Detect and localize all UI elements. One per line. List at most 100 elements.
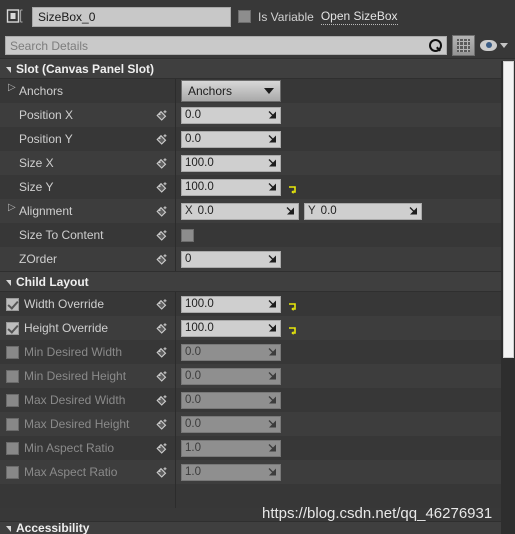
- property-label: Anchors: [19, 84, 64, 98]
- max-desired-width-checkbox[interactable]: [6, 393, 19, 407]
- bind-property-icon[interactable]: [156, 133, 169, 146]
- number-input: 0.0: [181, 415, 281, 433]
- spinner-drag-icon[interactable]: [268, 324, 277, 333]
- number-input[interactable]: 100.0: [181, 178, 281, 196]
- reset-to-default-icon[interactable]: [287, 182, 298, 194]
- property-value-cell: 100.0: [176, 316, 515, 340]
- spinner-drag-icon[interactable]: [268, 183, 277, 192]
- collapse-triangle-icon: [6, 66, 11, 73]
- category-header-child-layout[interactable]: Child Layout: [0, 271, 515, 292]
- property-value-cell: 0.0: [176, 364, 515, 388]
- category-header-accessibility[interactable]: Accessibility: [0, 521, 501, 534]
- property-name-cell: Max Desired Width: [0, 388, 176, 412]
- alignment-y-input[interactable]: Y 0.0: [304, 202, 422, 220]
- bind-property-icon[interactable]: [156, 205, 169, 218]
- property-label: Min Desired Width: [24, 345, 123, 359]
- property-value-cell: 100.0: [176, 292, 515, 316]
- number-input: 1.0: [181, 439, 281, 457]
- number-input[interactable]: 100.0: [181, 295, 281, 313]
- min-desired-height-checkbox[interactable]: [6, 369, 19, 383]
- reset-to-default-icon[interactable]: [287, 299, 298, 311]
- chevron-down-icon: [500, 43, 508, 48]
- bind-property-icon[interactable]: [156, 394, 169, 407]
- visibility-options-button[interactable]: [480, 40, 510, 51]
- property-value-cell: [176, 223, 515, 247]
- number-input[interactable]: 0.0: [181, 106, 281, 124]
- number-input[interactable]: 0.0: [181, 130, 281, 148]
- spinner-drag-icon[interactable]: [409, 207, 418, 216]
- table-row: Size X 100.0: [0, 151, 515, 175]
- open-sizebox-link[interactable]: Open SizeBox: [320, 9, 398, 25]
- search-toolbar: Search Details: [0, 33, 515, 58]
- property-name-cell: Min Aspect Ratio: [0, 436, 176, 460]
- grid-view-toggle-button[interactable]: [452, 35, 475, 56]
- size-to-content-checkbox[interactable]: [181, 228, 194, 242]
- width-override-checkbox[interactable]: [6, 297, 19, 311]
- property-value-cell: 1.0: [176, 460, 515, 484]
- bind-property-icon[interactable]: [156, 298, 169, 311]
- property-table: Slot (Canvas Panel Slot) Anchors Anchors…: [0, 58, 515, 508]
- anchors-dropdown[interactable]: Anchors: [181, 80, 281, 102]
- property-value-cell: X 0.0 Y 0.0: [176, 199, 515, 223]
- min-aspect-ratio-checkbox[interactable]: [6, 441, 19, 455]
- table-row: Max Desired Height 0.0: [0, 412, 515, 436]
- expand-triangle-icon[interactable]: [8, 203, 16, 215]
- is-variable-checkbox[interactable]: [238, 10, 251, 23]
- spinner-drag-icon[interactable]: [268, 159, 277, 168]
- spinner-drag-icon[interactable]: [286, 207, 295, 216]
- bind-property-icon[interactable]: [156, 370, 169, 383]
- property-value-cell: 0.0: [176, 388, 515, 412]
- number-value: 100.0: [185, 322, 214, 334]
- property-value-cell: 0.0: [176, 340, 515, 364]
- bind-property-icon[interactable]: [156, 229, 169, 242]
- reset-to-default-icon[interactable]: [287, 323, 298, 335]
- collapse-triangle-icon: [6, 526, 11, 532]
- bind-property-icon[interactable]: [156, 466, 169, 479]
- bind-property-icon[interactable]: [156, 322, 169, 335]
- category-title: Child Layout: [16, 274, 89, 289]
- number-input[interactable]: 100.0: [181, 154, 281, 172]
- property-value-cell: 100.0: [176, 151, 515, 175]
- table-row: Size Y 100.0: [0, 175, 515, 199]
- search-input[interactable]: Search Details: [5, 36, 447, 55]
- chevron-down-icon: [264, 88, 274, 94]
- height-override-checkbox[interactable]: [6, 321, 19, 335]
- number-input[interactable]: 0: [181, 250, 281, 268]
- spinner-drag-icon[interactable]: [268, 300, 277, 309]
- vertical-scrollbar[interactable]: [501, 61, 515, 534]
- scrollbar-thumb[interactable]: [503, 61, 514, 358]
- property-name-cell: Max Aspect Ratio: [0, 460, 176, 484]
- number-input[interactable]: 100.0: [181, 319, 281, 337]
- bind-property-icon[interactable]: [156, 181, 169, 194]
- bind-property-icon[interactable]: [156, 346, 169, 359]
- expand-triangle-icon[interactable]: [8, 83, 16, 95]
- bind-property-icon[interactable]: [156, 253, 169, 266]
- category-header-slot[interactable]: Slot (Canvas Panel Slot): [0, 58, 515, 79]
- property-value-cell: 0.0: [176, 103, 515, 127]
- spinner-drag-icon[interactable]: [268, 111, 277, 120]
- number-value: 0.0: [197, 205, 214, 217]
- bind-property-icon[interactable]: [156, 109, 169, 122]
- number-input: 0.0: [181, 391, 281, 409]
- spinner-drag-icon[interactable]: [268, 135, 277, 144]
- min-desired-width-checkbox[interactable]: [6, 345, 19, 359]
- property-label: Max Aspect Ratio: [24, 465, 118, 479]
- alignment-x-input[interactable]: X 0.0: [181, 202, 299, 220]
- widget-name-input[interactable]: SizeBox_0: [32, 6, 231, 27]
- property-name-cell: Width Override: [0, 292, 176, 316]
- bind-property-icon[interactable]: [156, 442, 169, 455]
- bind-property-icon[interactable]: [156, 418, 169, 431]
- details-panel: SizeBox_0 Is Variable Open SizeBox Searc…: [0, 0, 515, 534]
- table-row: Max Desired Width 0.0: [0, 388, 515, 412]
- spinner-drag-icon: [268, 444, 277, 453]
- property-name-cell: Position X: [0, 103, 176, 127]
- max-desired-height-checkbox[interactable]: [6, 417, 19, 431]
- max-aspect-ratio-checkbox[interactable]: [6, 465, 19, 479]
- bind-property-icon[interactable]: [156, 157, 169, 170]
- number-input: 1.0: [181, 463, 281, 481]
- property-label: Size X: [19, 156, 54, 170]
- anchors-dropdown-value: Anchors: [188, 84, 233, 98]
- category-title: Accessibility: [16, 521, 90, 534]
- spinner-drag-icon[interactable]: [268, 255, 277, 264]
- number-value: 0.0: [185, 370, 201, 382]
